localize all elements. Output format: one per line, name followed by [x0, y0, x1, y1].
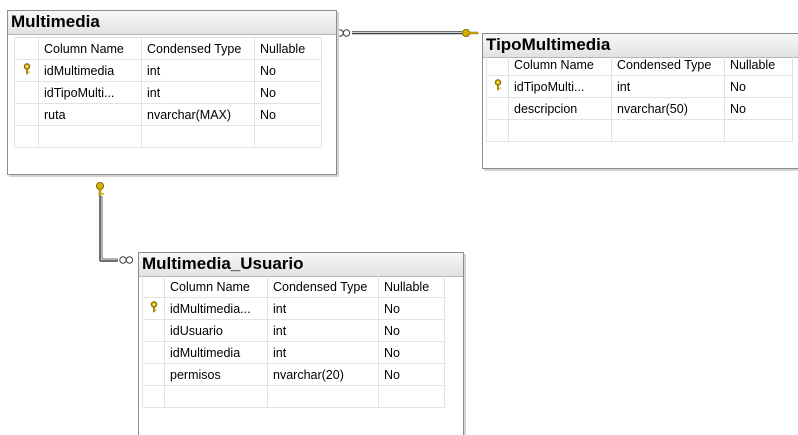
primary-key-icon	[150, 301, 157, 313]
column-header-row: Column Name Condensed Type Nullable	[14, 37, 322, 60]
column-name[interactable]: ruta	[38, 103, 142, 126]
table-title: Multimedia_Usuario	[142, 254, 304, 273]
column-header: Column Name	[164, 275, 268, 298]
empty-cell[interactable]	[508, 119, 612, 142]
column-name[interactable]: idTipoMulti...	[38, 81, 142, 104]
row-selector[interactable]	[142, 319, 165, 342]
row-selector-header	[142, 275, 165, 298]
primary-key-icon	[494, 79, 501, 91]
empty-cell[interactable]	[141, 125, 255, 148]
column-grid: Column Name Condensed Type Nullable idMulti…	[142, 275, 445, 408]
row-selector[interactable]	[142, 341, 165, 364]
infinity-end-icon	[336, 29, 351, 37]
column-nullable[interactable]: No	[378, 319, 445, 342]
empty-cell[interactable]	[724, 119, 793, 142]
column-header: Condensed Type	[141, 37, 255, 60]
table-tipomultimedia[interactable]: TipoMultimedia Column Name Condensed Type…	[482, 33, 798, 169]
empty-row[interactable]	[14, 125, 322, 148]
key-end-icon	[96, 181, 105, 197]
column-nullable[interactable]: No	[378, 363, 445, 386]
column-nullable[interactable]: No	[724, 97, 793, 120]
row-selector[interactable]	[142, 297, 165, 320]
column-type[interactable]: int	[611, 75, 725, 98]
column-header-row: Column Name Condensed Type Nullable	[486, 53, 793, 76]
column-name[interactable]: idMultimedia	[164, 341, 268, 364]
column-row[interactable]: idUsuario int No	[142, 319, 445, 342]
table-multimedia[interactable]: Multimedia Column Name Condensed Type Null…	[7, 10, 337, 175]
column-header: Condensed Type	[267, 275, 379, 298]
row-selector[interactable]	[14, 103, 39, 126]
row-selector-header	[486, 53, 509, 76]
column-header: Condensed Type	[611, 53, 725, 76]
column-header: Nullable	[378, 275, 445, 298]
column-name[interactable]: idMultimedia...	[164, 297, 268, 320]
column-header: Column Name	[508, 53, 612, 76]
empty-cell[interactable]	[14, 125, 39, 148]
column-row[interactable]: ruta nvarchar(MAX) No	[14, 103, 322, 126]
empty-cell[interactable]	[38, 125, 142, 148]
column-row[interactable]: idMultimedia int No	[14, 59, 322, 82]
column-nullable[interactable]: No	[254, 59, 322, 82]
empty-cell[interactable]	[486, 119, 509, 142]
diagram-canvas: Multimedia Column Name Condensed Type Null…	[0, 0, 798, 435]
column-row[interactable]: idTipoMulti... int No	[14, 81, 322, 104]
table-title: Multimedia	[11, 12, 100, 31]
table-multimedia-usuario[interactable]: Multimedia_Usuario Column Name Condensed …	[138, 252, 464, 435]
column-header: Column Name	[38, 37, 142, 60]
column-nullable[interactable]: No	[724, 75, 793, 98]
column-row[interactable]: idMultimedia... int No	[142, 297, 445, 320]
row-selector[interactable]	[486, 97, 509, 120]
row-selector[interactable]	[14, 59, 39, 82]
column-name[interactable]: idUsuario	[164, 319, 268, 342]
empty-cell[interactable]	[164, 385, 268, 408]
empty-cell[interactable]	[142, 385, 165, 408]
column-grid: Column Name Condensed Type Nullable idTipoM…	[486, 53, 793, 142]
column-row[interactable]: idMultimedia int No	[142, 341, 445, 364]
column-name[interactable]: descripcion	[508, 97, 612, 120]
column-type[interactable]: nvarchar(MAX)	[141, 103, 255, 126]
column-row[interactable]: permisos nvarchar(20) No	[142, 363, 445, 386]
row-selector[interactable]	[142, 363, 165, 386]
column-header-row: Column Name Condensed Type Nullable	[142, 275, 445, 298]
column-type[interactable]: int	[267, 341, 379, 364]
empty-row[interactable]	[486, 119, 793, 142]
column-type[interactable]: int	[267, 297, 379, 320]
empty-cell[interactable]	[254, 125, 322, 148]
column-nullable[interactable]: No	[254, 81, 322, 104]
column-type[interactable]: int	[141, 81, 255, 104]
empty-cell[interactable]	[378, 385, 445, 408]
column-nullable[interactable]: No	[378, 341, 445, 364]
column-row[interactable]: descripcion nvarchar(50) No	[486, 97, 793, 120]
column-name[interactable]: idMultimedia	[38, 59, 142, 82]
column-row[interactable]: idTipoMulti... int No	[486, 75, 793, 98]
column-header: Nullable	[724, 53, 793, 76]
empty-cell[interactable]	[611, 119, 725, 142]
column-nullable[interactable]: No	[378, 297, 445, 320]
infinity-end-icon	[119, 256, 134, 264]
column-type[interactable]: int	[141, 59, 255, 82]
column-name[interactable]: idTipoMulti...	[508, 75, 612, 98]
row-selector[interactable]	[14, 81, 39, 104]
column-name[interactable]: permisos	[164, 363, 268, 386]
row-selector[interactable]	[486, 75, 509, 98]
key-end-icon	[461, 28, 479, 37]
relation-multimedia-tipomultimedia[interactable]	[336, 28, 479, 37]
empty-cell[interactable]	[267, 385, 379, 408]
column-type[interactable]: int	[267, 319, 379, 342]
primary-key-icon	[23, 63, 30, 75]
column-nullable[interactable]: No	[254, 103, 322, 126]
empty-row[interactable]	[142, 385, 445, 408]
column-type[interactable]: nvarchar(20)	[267, 363, 379, 386]
column-header: Nullable	[254, 37, 322, 60]
row-selector-header	[14, 37, 39, 60]
relation-multimedia-usuario[interactable]	[96, 181, 134, 264]
column-type[interactable]: nvarchar(50)	[611, 97, 725, 120]
column-grid: Column Name Condensed Type Nullable idMulti…	[14, 37, 322, 148]
